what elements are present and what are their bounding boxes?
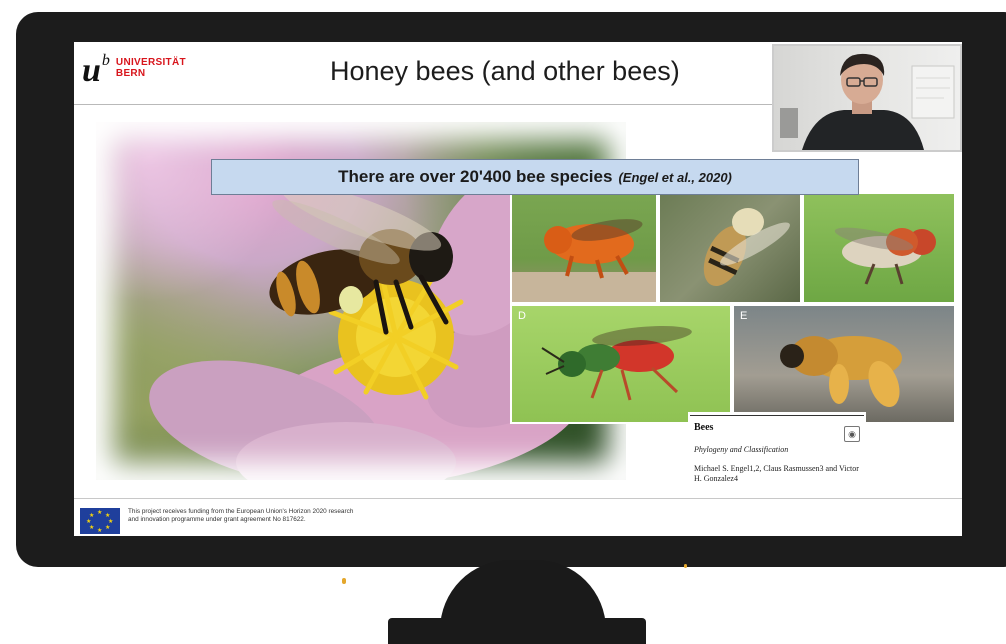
webcam-video[interactable] bbox=[772, 44, 962, 152]
paper-title: Bees bbox=[694, 422, 714, 433]
logo-line-1: UNIVERSITÄT bbox=[115, 57, 186, 68]
panel-letter: D bbox=[518, 310, 526, 322]
species-panel-a bbox=[512, 194, 656, 302]
decor-speck bbox=[342, 578, 346, 584]
monitor-stand-base bbox=[388, 618, 646, 644]
open-access-icon: ◉ bbox=[844, 426, 860, 442]
paper-subtitle: Phylogeny and Classification bbox=[694, 445, 789, 454]
panel-letter: E bbox=[740, 310, 748, 322]
logo-line-2: BERN bbox=[115, 68, 146, 79]
species-panel-c bbox=[804, 194, 954, 302]
species-panel-d: D bbox=[512, 306, 730, 422]
paper-authors: Michael S. Engel1,2, Claus Rasmussen3 an… bbox=[694, 464, 859, 483]
bee-species-grid: D E bbox=[510, 180, 956, 424]
species-count-banner: There are over 20'400 bee species (Engel… bbox=[211, 159, 859, 195]
footer-funding-text: This project receives funding from the E… bbox=[128, 508, 354, 523]
decor-speck bbox=[684, 564, 687, 568]
logo-text: UNIVERSITÄT BERN bbox=[116, 57, 186, 79]
footer-divider bbox=[74, 498, 962, 499]
logo-superscript: b bbox=[101, 52, 110, 69]
paper-excerpt: Bees ◉ Phylogeny and Classification Mich… bbox=[688, 412, 866, 498]
banner-text: There are over 20'400 bee species bbox=[338, 167, 613, 186]
banner-citation: (Engel et al., 2020) bbox=[618, 169, 732, 185]
species-panel-e: E bbox=[734, 306, 954, 422]
paper-rule bbox=[690, 415, 864, 416]
university-logo: u b UNIVERSITÄT BERN bbox=[82, 52, 186, 94]
eu-flag-icon: ★ ★ ★ ★ ★ ★ ★ ★ bbox=[80, 508, 120, 534]
species-panel-b bbox=[660, 194, 800, 302]
logo-letter: u bbox=[82, 52, 101, 89]
slide-title: Honey bees (and other bees) bbox=[330, 56, 680, 86]
